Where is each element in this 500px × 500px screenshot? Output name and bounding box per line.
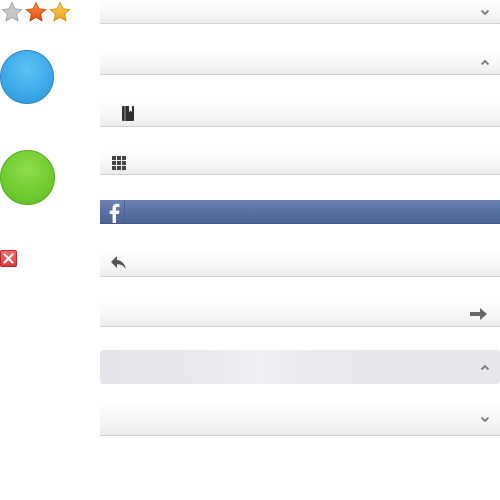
chevron-up-icon[interactable] [480,364,490,371]
star-rating[interactable] [0,0,72,24]
arrow-right-icon[interactable] [470,307,488,326]
chevron-up-icon[interactable] [480,59,490,66]
reply-bar[interactable] [100,250,500,277]
facebook-icon [107,203,121,228]
collapsible-bar-3[interactable] [100,350,500,384]
blue-circle-button[interactable] [0,50,54,104]
facebook-bar[interactable] [100,200,500,224]
collapsible-bar-1[interactable] [100,0,500,24]
collapsible-bar-4[interactable] [100,400,500,436]
star-empty-icon[interactable] [0,0,24,24]
divider [124,200,125,224]
apps-bar[interactable] [100,150,500,175]
star-half-icon[interactable] [48,0,72,24]
canvas [0,0,500,500]
forward-bar[interactable] [100,300,500,327]
collapsible-bar-2[interactable] [100,50,500,75]
chevron-down-icon[interactable] [480,416,490,423]
green-circle-button[interactable] [0,150,55,205]
star-filled-icon[interactable] [24,0,48,24]
chevron-down-icon[interactable] [480,9,490,16]
book-bar[interactable] [100,100,500,127]
grid-icon [112,156,126,175]
close-icon[interactable] [0,250,17,267]
reply-icon [110,255,128,277]
book-icon [120,105,136,127]
